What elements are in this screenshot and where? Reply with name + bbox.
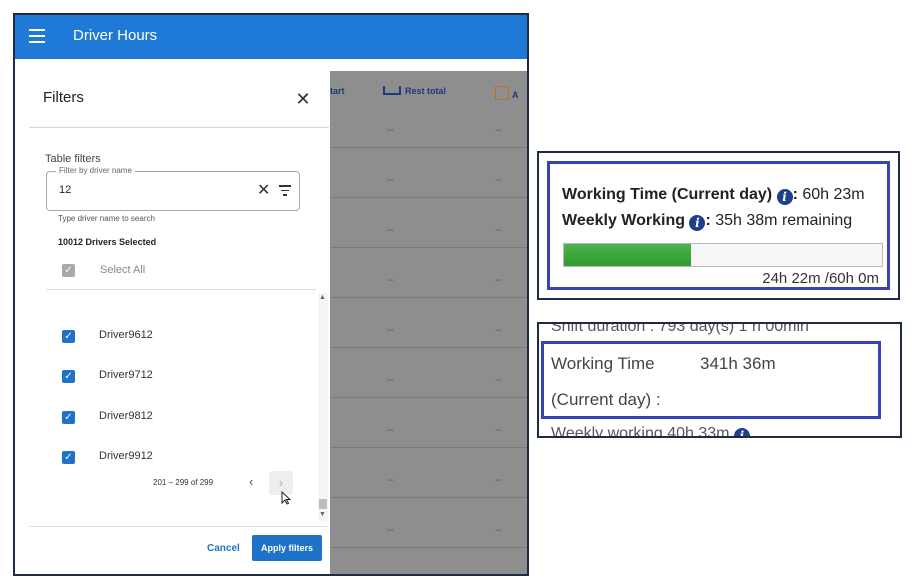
driver-label[interactable]: Driver9812 (99, 410, 153, 422)
table-cell: -- (495, 475, 502, 486)
table-cell: -- (387, 425, 394, 436)
table-cell: -- (387, 175, 394, 186)
scroll-up-icon[interactable]: ▲ (319, 294, 326, 301)
table-cell: -- (387, 375, 394, 386)
table-row-divider (325, 297, 527, 298)
scroll-down-icon[interactable]: ▼ (319, 511, 326, 518)
table-cell: -- (387, 525, 394, 536)
mouse-cursor-icon (281, 491, 291, 505)
select-all-checkbox[interactable]: ✓ (62, 264, 75, 277)
filters-panel: Filters ✕ Table filters Filter by driver… (15, 71, 330, 574)
background-table-header: start Rest total A (325, 71, 527, 111)
table-row-divider (325, 147, 527, 148)
working-time-value: 341h 36m (700, 354, 776, 373)
app-title: Driver Hours (73, 27, 158, 44)
driver-checkbox[interactable]: ✓ (62, 411, 75, 424)
working-progress-fill (564, 244, 692, 266)
list-item[interactable]: ✓ Driver9812 (62, 408, 292, 428)
filter-input-value[interactable]: 12 (59, 184, 71, 196)
divider (29, 526, 329, 527)
table-row-divider (325, 397, 527, 398)
select-all-label[interactable]: Select All (100, 264, 145, 276)
table-cell: -- (387, 275, 394, 286)
table-cell: -- (495, 125, 502, 136)
driver-name-filter-field[interactable]: Filter by driver name 12 ✕ (46, 166, 300, 211)
driver-checkbox[interactable]: ✓ (62, 330, 75, 343)
table-row-divider (325, 547, 527, 548)
filter-field-legend: Filter by driver name (56, 166, 135, 175)
table-cell: -- (495, 525, 502, 536)
list-item[interactable]: ✓ Driver9612 (62, 327, 292, 347)
list-item[interactable]: ✓ Driver9712 (62, 367, 292, 387)
driver-checkbox[interactable]: ✓ (62, 451, 75, 464)
driver-hours-app: Driver Hours start Rest total A -- -- -- --… (13, 13, 529, 576)
divider (29, 127, 329, 128)
previous-page-button[interactable]: ‹ (249, 474, 253, 489)
selected-count: 10012 Drivers Selected (58, 237, 157, 247)
table-row-divider (325, 347, 527, 348)
pagination-range: 201 – 299 of 299 (153, 478, 214, 487)
table-cell: -- (387, 475, 394, 486)
driver-detail-card: Shift duration : 793 day(s) 1 h 00min Wo… (537, 322, 902, 438)
clear-icon[interactable]: ✕ (257, 180, 270, 200)
rest-total-label: Rest total (405, 86, 447, 96)
table-cell: -- (387, 325, 394, 336)
driver-label[interactable]: Driver9912 (99, 450, 153, 462)
driver-checkbox[interactable]: ✓ (62, 370, 75, 383)
cancel-button[interactable]: Cancel (207, 543, 240, 554)
table-cell: -- (387, 125, 394, 136)
progress-text: 24h 22m /60h 0m (762, 270, 879, 287)
weekly-working-row: Weekly Working i: 35h 38m remaining (562, 212, 853, 231)
working-time-label: Working Time (Current day) (562, 186, 773, 203)
table-cell: -- (495, 375, 502, 386)
table-row-divider (325, 447, 527, 448)
table-cell: -- (387, 575, 394, 576)
info-icon[interactable]: i (776, 189, 793, 205)
table-cell: -- (495, 275, 502, 286)
shift-duration-row: Shift duration : 793 day(s) 1 h 00min (551, 322, 809, 335)
list-scrollbar[interactable]: ▲ ▼ (318, 293, 328, 521)
table-cell: -- (495, 325, 502, 336)
working-time-card: Working Time (Current day) i: 60h 23m We… (537, 151, 900, 300)
driver-label[interactable]: Driver9712 (99, 369, 153, 381)
filter-helper-text: Type driver name to search (58, 214, 155, 223)
table-filters-label: Table filters (45, 153, 101, 165)
table-row-divider (325, 197, 527, 198)
column-header-a: A (495, 86, 519, 100)
table-cell: -- (495, 175, 502, 186)
app-bar: Driver Hours (15, 15, 527, 59)
weekly-working-row: Weekly working 40h 33m i (551, 425, 750, 438)
panel-title: Filters (43, 89, 84, 106)
working-time-label-line2: (Current day) : (551, 390, 661, 409)
list-item[interactable]: ✓ Driver9912 (62, 448, 292, 468)
working-time-label-line1: Working Time (551, 354, 655, 373)
column-a-label: A (512, 90, 519, 100)
filter-list-icon[interactable] (279, 185, 291, 196)
table-row-divider (325, 247, 527, 248)
working-progress-bar (563, 243, 883, 267)
hamburger-menu-icon[interactable] (29, 29, 45, 43)
rest-total-icon (383, 86, 401, 95)
highlight-box: Working Time (Current day) i: 60h 23m We… (547, 161, 890, 290)
table-cell: -- (495, 225, 502, 236)
scrollbar-thumb[interactable] (319, 499, 327, 509)
warning-square-icon (495, 86, 509, 100)
weekly-working-value: 35h 38m remaining (715, 212, 853, 229)
divider (46, 289, 316, 290)
close-icon[interactable]: ✕ (293, 89, 313, 109)
table-cell: -- (495, 425, 502, 436)
driver-label[interactable]: Driver9612 (99, 329, 153, 341)
info-icon[interactable]: i (733, 428, 750, 436)
weekly-working-text: Weekly working 40h 33m (551, 425, 730, 438)
table-row-divider (325, 497, 527, 498)
table-cell: -- (387, 225, 394, 236)
table-cell: -- (495, 575, 502, 576)
weekly-working-label: Weekly Working (562, 212, 685, 229)
apply-filters-button[interactable]: Apply filters (252, 535, 322, 561)
column-header-rest-total: Rest total (383, 86, 446, 96)
info-icon[interactable]: i (689, 215, 706, 231)
working-time-row: Working Time (Current day) i: 60h 23m (562, 186, 865, 205)
working-time-value: 60h 23m (802, 186, 865, 203)
